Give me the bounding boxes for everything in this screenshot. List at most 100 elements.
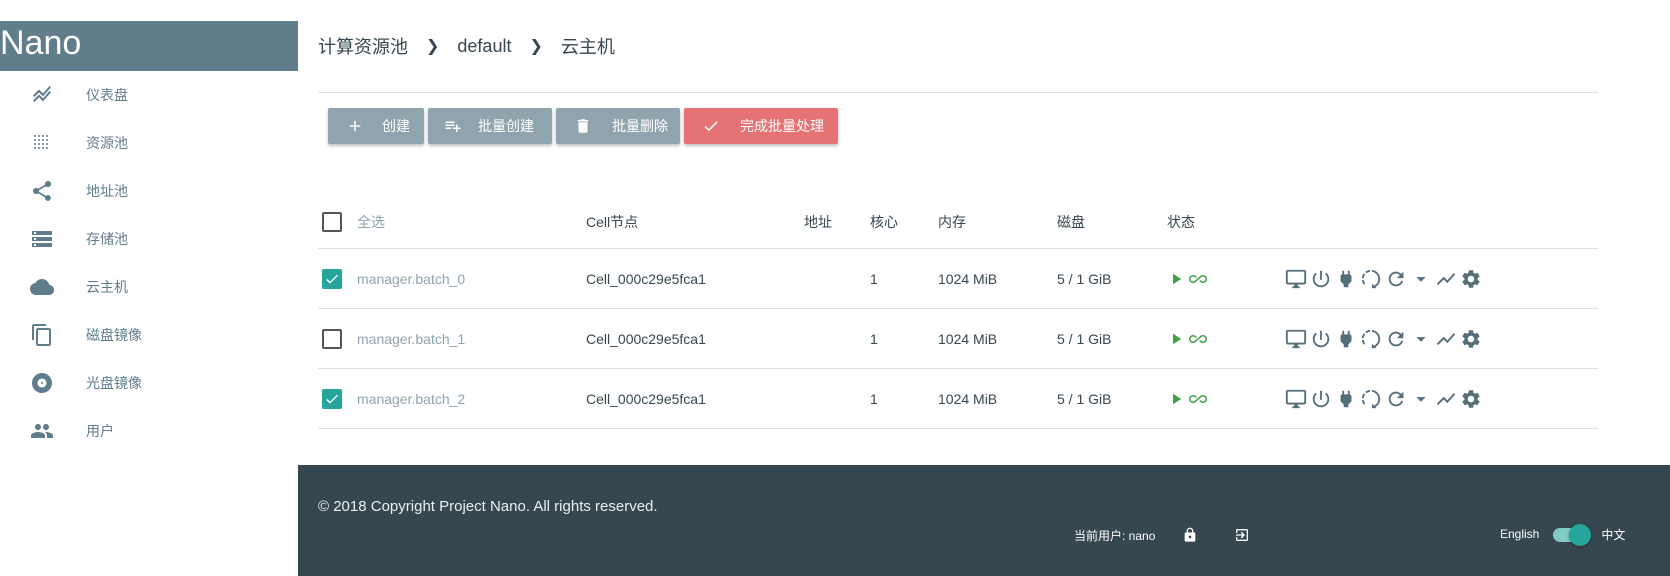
people-icon — [29, 418, 55, 444]
caret-down-icon[interactable] — [1408, 387, 1433, 411]
sidebar-item-label: 存储池 — [86, 231, 128, 247]
lang-english-label: English — [1500, 527, 1540, 541]
monitor-icon[interactable] — [1283, 387, 1308, 411]
sidebar-item-label: 磁盘镜像 — [86, 327, 142, 343]
header-address: 地址 — [804, 213, 832, 230]
instance-name[interactable]: manager.batch_2 — [357, 369, 465, 428]
refresh-icon[interactable] — [1383, 387, 1408, 411]
restart-icon[interactable] — [1358, 327, 1383, 351]
breadcrumb-item-compute-pool[interactable]: 计算资源池 — [318, 33, 408, 59]
batch-delete-button-label: 批量删除 — [612, 118, 668, 134]
power-icon[interactable] — [1308, 267, 1333, 291]
plug-icon[interactable] — [1333, 327, 1358, 351]
chart-line-icon — [29, 82, 55, 108]
language-switch: English 中文 — [1500, 523, 1625, 546]
header-select-all: 全选 — [357, 213, 385, 230]
trending-icon[interactable] — [1433, 267, 1458, 291]
brand-title: Nano — [0, 21, 298, 71]
row-checkbox[interactable] — [322, 388, 342, 409]
monitor-icon[interactable] — [1283, 267, 1308, 291]
gear-icon[interactable] — [1458, 327, 1483, 351]
sidebar-item-dashboard[interactable]: 仪表盘 — [0, 71, 298, 119]
divider — [318, 92, 1598, 93]
select-all-checkbox[interactable] — [322, 211, 342, 232]
user-area: 当前用户: nano — [1074, 523, 1259, 547]
breadcrumb: 计算资源池 ❯ default ❯ 云主机 — [318, 33, 615, 59]
sidebar-item-disk-image[interactable]: 磁盘镜像 — [0, 311, 298, 359]
sidebar-nav: 仪表盘 资源池 地址池 存储池 云主机 磁盘镜像 光盘镜像 用户 — [0, 71, 298, 455]
gear-icon[interactable] — [1458, 267, 1483, 291]
caret-down-icon[interactable] — [1408, 327, 1433, 351]
sidebar-item-cloud-host[interactable]: 云主机 — [0, 263, 298, 311]
trending-icon[interactable] — [1433, 327, 1458, 351]
current-user-label: 当前用户: nano — [1074, 528, 1156, 543]
sidebar-item-iso-image[interactable]: 光盘镜像 — [0, 359, 298, 407]
trash-icon — [577, 119, 589, 133]
instance-disk: 5 / 1 GiB — [1057, 270, 1112, 287]
language-toggle[interactable] — [1551, 523, 1592, 546]
instance-cores: 1 — [870, 390, 878, 407]
sidebar-item-label: 仪表盘 — [86, 87, 128, 103]
batch-create-button-label: 批量创建 — [478, 118, 534, 134]
chevron-right-icon: ❯ — [426, 38, 440, 55]
lock-icon[interactable] — [1173, 523, 1207, 547]
instance-name[interactable]: manager.batch_1 — [357, 309, 465, 368]
row-actions — [1283, 387, 1483, 411]
breadcrumb-item-default[interactable]: default — [457, 36, 511, 57]
sidebar-item-address-pool[interactable]: 地址池 — [0, 167, 298, 215]
plug-icon[interactable] — [1333, 267, 1358, 291]
batch-delete-button[interactable]: 批量删除 — [556, 108, 680, 144]
check-icon — [704, 121, 718, 132]
plug-icon[interactable] — [1333, 387, 1358, 411]
table-header: 全选 Cell节点 地址 核心 内存 磁盘 状态 — [318, 195, 1598, 249]
share-icon — [29, 178, 55, 204]
chevron-right-icon: ❯ — [529, 38, 543, 55]
restart-icon[interactable] — [1358, 267, 1383, 291]
table-row: manager.batch_1 Cell_000c29e5fca1 1 1024… — [318, 309, 1598, 369]
check-icon — [326, 394, 338, 404]
row-actions — [1283, 327, 1483, 351]
refresh-icon[interactable] — [1383, 327, 1408, 351]
monitor-icon[interactable] — [1283, 327, 1308, 351]
caret-down-icon[interactable] — [1408, 267, 1433, 291]
breadcrumb-item-current: 云主机 — [560, 37, 615, 57]
status-indicators — [1167, 330, 1211, 348]
sidebar-item-resource-pool[interactable]: 资源池 — [0, 119, 298, 167]
infinity-icon — [1189, 394, 1207, 403]
copyright-text: © 2018 Copyright Project Nano. All right… — [318, 498, 658, 515]
row-checkbox[interactable] — [322, 268, 342, 289]
sidebar-item-storage-pool[interactable]: 存储池 — [0, 215, 298, 263]
power-icon[interactable] — [1308, 327, 1333, 351]
instance-cores: 1 — [870, 270, 878, 287]
refresh-icon[interactable] — [1383, 267, 1408, 291]
storage-icon — [29, 226, 55, 252]
create-button[interactable]: 创建 — [328, 108, 424, 144]
sidebar-item-users[interactable]: 用户 — [0, 407, 298, 455]
trending-icon[interactable] — [1433, 387, 1458, 411]
restart-icon[interactable] — [1358, 387, 1383, 411]
sidebar-item-label: 云主机 — [86, 279, 128, 295]
grid-dots-icon — [29, 130, 55, 156]
copy-icon — [29, 322, 55, 348]
finish-batch-button[interactable]: 完成批量处理 — [684, 108, 838, 144]
logout-icon[interactable] — [1225, 523, 1259, 547]
instance-disk: 5 / 1 GiB — [1057, 390, 1112, 407]
row-checkbox[interactable] — [322, 328, 342, 349]
instance-name[interactable]: manager.batch_0 — [357, 249, 465, 308]
header-cores: 核心 — [870, 213, 898, 230]
check-icon — [326, 274, 338, 284]
instance-cell: Cell_000c29e5fca1 — [586, 330, 706, 347]
status-indicators — [1167, 270, 1211, 288]
batch-create-button[interactable]: 批量创建 — [428, 108, 552, 144]
create-button-label: 创建 — [382, 118, 410, 134]
sidebar: Nano 仪表盘 资源池 地址池 存储池 云主机 磁盘镜像 光盘镜像 用户 — [0, 0, 298, 576]
gear-icon[interactable] — [1458, 387, 1483, 411]
power-icon[interactable] — [1308, 387, 1333, 411]
toolbar: 创建 批量创建 批量删除 完成批量处理 — [328, 108, 838, 144]
instance-memory: 1024 MiB — [938, 390, 998, 407]
instance-disk: 5 / 1 GiB — [1057, 330, 1112, 347]
sidebar-item-label: 用户 — [86, 423, 114, 439]
infinity-icon — [1189, 274, 1207, 283]
plus-icon — [349, 120, 361, 132]
instance-memory: 1024 MiB — [938, 270, 998, 287]
